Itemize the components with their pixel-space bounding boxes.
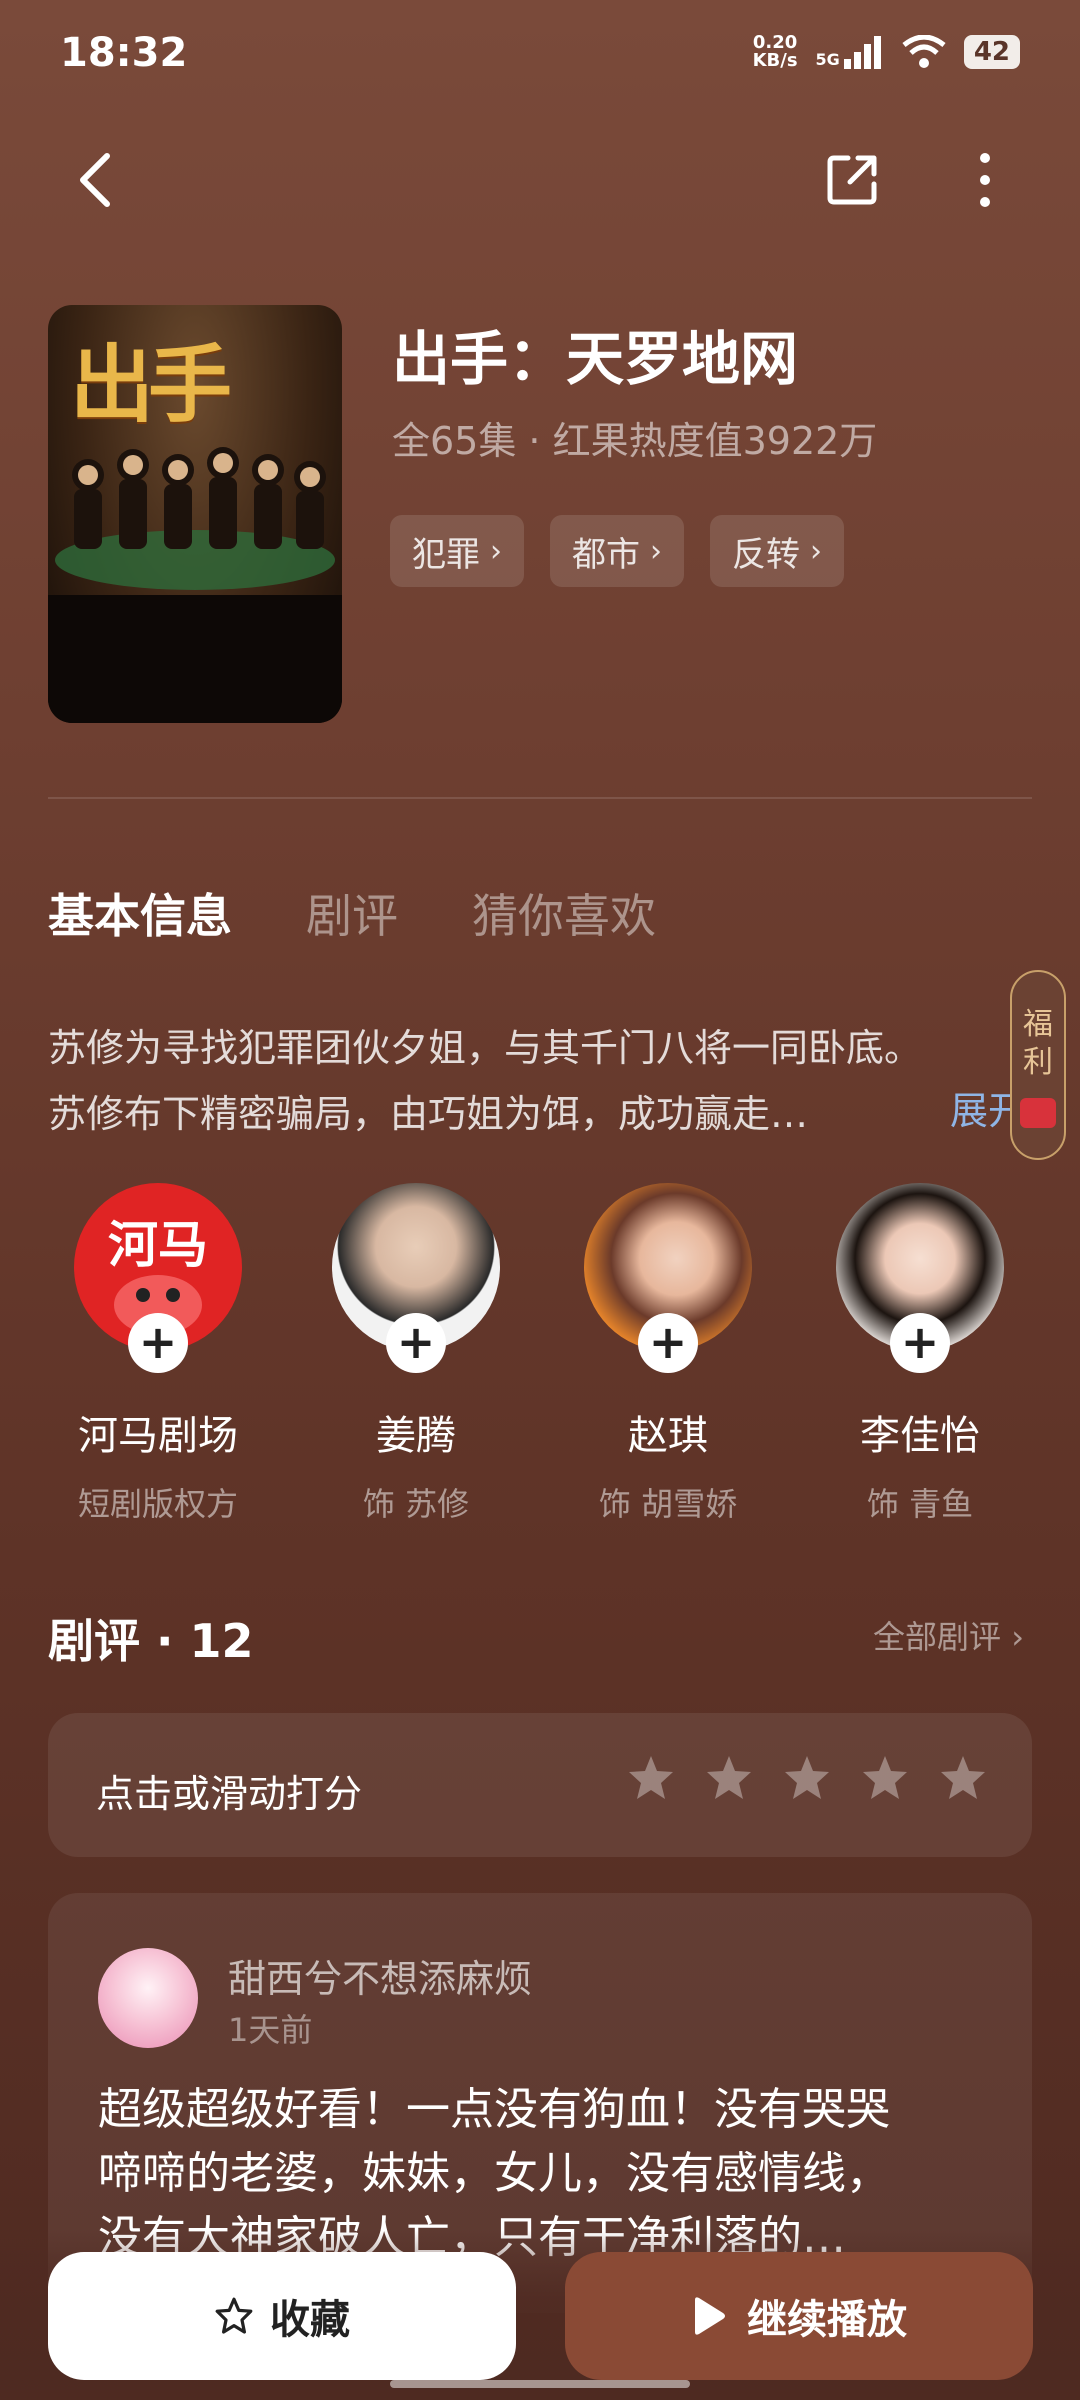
tab-basic-info[interactable]: 基本信息 [48,880,232,946]
tag-crime[interactable]: 犯罪 › [390,515,524,587]
cast-item[interactable]: + 赵琪 饰 胡雪娇 [558,1183,778,1525]
divider [48,797,1032,799]
avatar: + [584,1183,752,1373]
tab-recommendations[interactable]: 猜你喜欢 [472,880,656,946]
tag-urban[interactable]: 都市 › [550,515,684,587]
avatar: + [836,1183,1004,1373]
red-envelope-icon [1020,1098,1056,1128]
follow-plus-icon[interactable]: + [386,1313,446,1373]
chevron-left-icon [80,153,110,207]
home-indicator [390,2380,690,2388]
play-icon [695,2297,725,2335]
avatar: + [332,1183,500,1373]
detail-tabs: 基本信息 剧评 猜你喜欢 [48,880,656,946]
tab-reviews[interactable]: 剧评 [306,880,398,946]
chevron-right-icon: › [810,533,822,569]
rating-card: 点击或滑动打分 [48,1713,1032,1857]
cast-item[interactable]: 河马 + 河马剧场 短剧版权方 [48,1183,268,1525]
star-icon[interactable] [938,1753,988,1803]
follow-plus-icon[interactable]: + [638,1313,698,1373]
poster-title: 出手 [70,336,232,434]
all-reviews-link[interactable]: 全部剧评 › [873,1612,1024,1658]
star-outline-icon [215,2297,253,2334]
avatar: 河马 + [74,1183,242,1373]
tag-twist[interactable]: 反转 › [710,515,844,587]
share-button[interactable] [812,140,892,220]
status-indicators: 0.20 KB/s 5G 42 [753,34,1020,70]
reviewer-avatar[interactable] [98,1948,198,2048]
review-time: 1天前 [228,2011,313,2049]
star-icon[interactable] [782,1753,832,1803]
welfare-float-button[interactable]: 福 利 [1010,970,1066,1160]
follow-plus-icon[interactable]: + [890,1313,950,1373]
more-options-button[interactable] [945,140,1025,220]
back-button[interactable] [55,140,135,220]
status-time: 18:32 [60,30,188,76]
continue-play-button[interactable]: 继续播放 [565,2252,1033,2380]
net-speed: 0.20 KB/s [752,32,798,71]
synopsis: 苏修为寻找犯罪团伙夕姐，与其千门八将一同卧底。 苏修布下精密骗局，由巧姐为饵，成… [48,1026,923,1136]
chevron-right-icon: › [650,533,662,569]
star-icon[interactable] [704,1753,754,1803]
cast-item[interactable]: + 姜腾 饰 苏修 [306,1183,526,1525]
chevron-right-icon: › [490,533,502,569]
battery-indicator: 42 [963,35,1020,69]
star-icon[interactable] [626,1753,676,1803]
reviews-heading: 剧评 · 12 [48,1614,254,1668]
reviewer-name[interactable]: 甜西兮不想添麻烦 [228,1948,532,2003]
wifi-icon [902,35,946,68]
cast-item[interactable]: + 李佳怡 饰 青鱼 [810,1183,1030,1525]
more-vertical-icon [980,153,990,207]
follow-plus-icon[interactable]: + [128,1313,188,1373]
tag-list: 犯罪 › 都市 › 反转 › [390,515,844,587]
chevron-right-icon: › [1011,1618,1024,1656]
rating-prompt: 点击或滑动打分 [96,1772,363,1816]
star-icon[interactable] [860,1753,910,1803]
show-meta: 全65集 · 红果热度值3922万 [392,419,878,463]
show-title: 出手：天罗地网 [392,325,799,393]
share-icon [827,155,877,205]
favorite-button[interactable]: 收藏 [48,2252,516,2380]
signal-icon: 5G [816,35,884,69]
star-rating-input[interactable] [626,1753,988,1803]
